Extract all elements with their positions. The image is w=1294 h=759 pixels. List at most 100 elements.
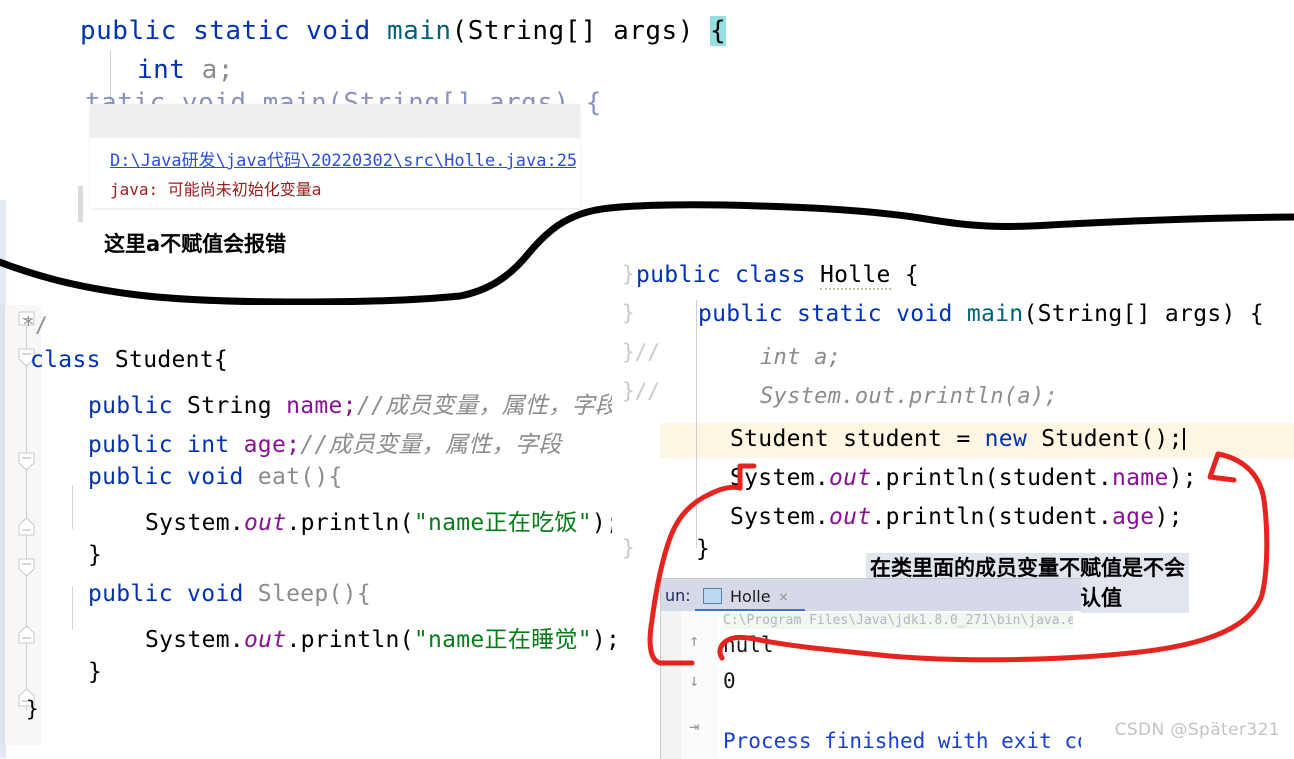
code-line-main-signature[interactable]: public static void main(String[] args) { [698,301,1264,327]
fold-marker-comment[interactable]: }// [622,379,660,403]
code-line-method-sleep[interactable]: public void Sleep(){ [88,581,371,607]
annotation-note-left: 这里a不赋值会报错 [104,232,287,256]
close-paren: ); [591,627,621,653]
method-name-main: main [966,301,1024,327]
code-line-print-age[interactable]: System.out.println(student.age); [730,504,1183,530]
code-line-int-a[interactable]: int a; [137,55,234,85]
system-token: System. [730,465,830,491]
code-line-new-student[interactable]: Student student = new Student(); [730,426,1185,452]
code-line-print-name[interactable]: System.out.println(student.name); [730,465,1197,491]
console-process-finished: Process finished with exit code 0 [723,729,1081,753]
out-token: out [829,465,872,491]
type-int: int [187,432,230,458]
keyword-class: class [30,347,101,373]
fold-marker-brace[interactable]: } [622,262,635,286]
left-editor-panel[interactable]: */ class Student{ public String name;//成… [0,305,632,745]
indent-guide [72,485,73,529]
console-tab-holle[interactable]: Holle × [695,581,796,611]
code-line-method-eat[interactable]: public void eat(){ [88,464,343,490]
code-line-field-age[interactable]: public int age;//成员变量，属性，字段 [88,425,562,459]
soft-wrap-icon[interactable]: ⇥ [689,717,699,737]
compile-error-popup[interactable]: D:\Java研发\java代码\20220302\src\Holle.java… [90,104,580,208]
keyword-public: public [698,301,783,327]
code-line-println-eat[interactable]: System.out.println("name正在吃饭"); [145,503,620,537]
field-age: age [1112,504,1155,530]
field-name: name; [286,393,357,419]
keyword-new: new [984,426,1028,452]
csdn-watermark: CSDN @Später321 [1114,720,1280,740]
top-editor-panel[interactable]: public static void main(String[] args) {… [0,0,1294,222]
keyword-void: void [306,16,371,46]
matched-brace: { [710,16,727,46]
popup-header [90,104,580,138]
fold-marker-icon[interactable] [18,558,35,577]
run-tool-window-label: un: [665,586,691,605]
popup-left-accent [78,186,83,222]
fold-marker-brace[interactable]: } [622,301,635,325]
error-text: 可能尚未初始化变量a [167,180,322,199]
code-line-class-holle[interactable]: public class Holle { [636,262,919,290]
right-gutter[interactable]: } } }// }// } [612,258,660,588]
fold-marker-comment[interactable]: }// [622,340,660,364]
comment-member-variable: //成员变量，属性，字段 [356,393,619,419]
console-command-line: C:\Program Files\Java\jdk1.8.0_271\bin\j… [723,613,1073,629]
close-icon[interactable]: × [779,587,789,606]
keyword-static: static [797,301,882,327]
error-message: java: 可能尚未初始化变量a [110,176,322,200]
system-token: System. [145,510,245,536]
out-token: out [244,627,287,653]
error-file-link[interactable]: D:\Java研发\java代码\20220302\src\Holle.java… [110,146,576,171]
fold-marker-icon[interactable] [18,452,35,471]
fold-marker-brace[interactable]: } [622,536,635,560]
out-token: out [829,504,872,530]
keyword-public: public [88,581,173,607]
code-line-class-student[interactable]: class Student{ [30,347,228,373]
keyword-public: public [88,464,173,490]
keyword-public: public [88,432,173,458]
open-brace: { [890,262,919,288]
code-line-field-name[interactable]: public String name;//成员变量，属性，字段 [88,386,618,420]
field-age: age; [243,432,301,458]
println-student: .println(student. [871,504,1112,530]
arrow-up-icon[interactable]: ↑ [689,631,699,651]
code-line-commented-int-a[interactable]: int a; [760,345,841,370]
console-output-zero: 0 [723,669,736,693]
code-line-close-main[interactable]: } [696,536,710,562]
code-line-comment-close[interactable]: */ [22,313,48,337]
indent-guide [696,300,697,548]
method-eat: eat(){ [257,464,343,490]
class-name-student: Student{ [114,347,229,373]
field-name: name [1112,465,1169,491]
string-sleep: "name正在睡觉" [413,627,592,653]
keyword-static: static [193,16,290,46]
keyword-void: void [187,581,244,607]
fold-marker-icon[interactable] [18,625,35,644]
code-line-close-eat[interactable]: } [88,542,102,568]
text-caret [1182,428,1185,450]
comment-member-variable: //成员变量，属性，字段 [300,432,562,458]
code-line-close-class[interactable]: } [26,697,39,721]
student-constructor: Student(); [1027,426,1183,452]
keyword-void: void [187,464,244,490]
code-line-close-sleep[interactable]: } [88,659,102,685]
system-token: System. [730,504,830,530]
println-token: .println( [286,510,414,536]
code-line-commented-println[interactable]: System.out.println(a); [760,384,1058,409]
run-console-panel[interactable]: un: Holle × ↑ ↓ ⇥ C:\Program Files\Java\… [660,578,1081,759]
code-line-main-signature[interactable]: public static void main(String[] args) { [80,16,727,46]
right-editor-panel[interactable]: } } }// }// } public class Holle { publi… [612,258,1294,588]
fold-marker-icon[interactable] [18,517,35,536]
comment-close-token: */ [22,313,48,337]
keyword-public: public [88,393,173,419]
indent-guide [72,586,73,630]
console-output-area[interactable]: C:\Program Files\Java\jdk1.8.0_271\bin\j… [719,611,1081,759]
screenshot-root: public static void main(String[] args) {… [0,0,1294,759]
main-params: (String[] args) { [1023,301,1264,327]
println-token: .println( [286,627,414,653]
println-student: .println(student. [871,465,1112,491]
keyword-class: class [735,262,806,288]
code-line-println-sleep[interactable]: System.out.println("name正在睡觉"); [145,620,620,654]
arrow-down-icon[interactable]: ↓ [689,671,699,691]
close-paren: ); [1168,465,1197,491]
method-name-main: main [386,16,452,46]
